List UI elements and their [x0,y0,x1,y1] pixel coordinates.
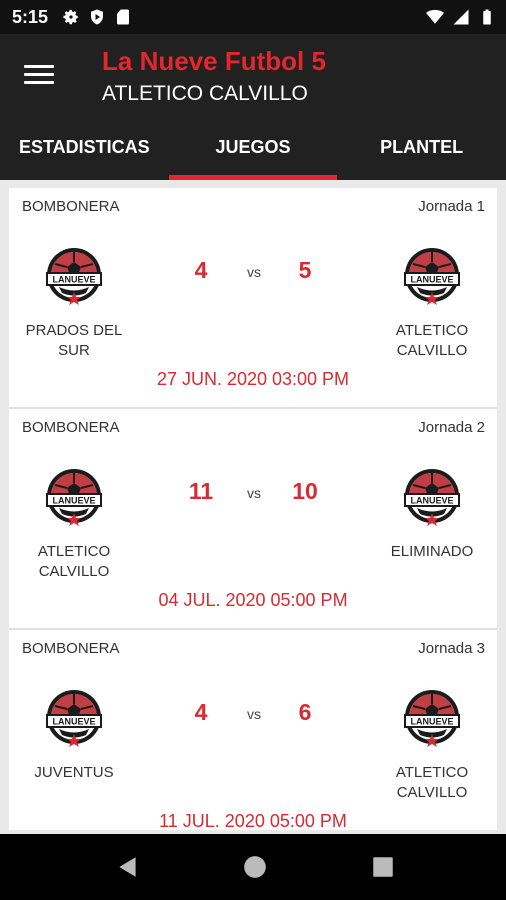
status-left-icons [62,8,132,26]
home-icon[interactable] [242,854,268,880]
svg-text:LANUEVE: LANUEVE [410,275,453,285]
svg-text:LANUEVE: LANUEVE [52,717,95,727]
home-score: 11 [188,478,214,504]
sd-card-icon [117,9,129,25]
tab-bar: ESTADISTICAS JUEGOS PLANTEL [0,128,506,180]
tab-juegos[interactable]: JUEGOS [168,128,338,180]
svg-text:LANUEVE: LANUEVE [52,496,95,506]
home-team-name: ATLETICO CALVILLO [37,543,111,580]
team-logo-icon: LANUEVE [399,244,465,310]
game-datetime: 11 JUL. 2020 05:00 PM [159,811,347,830]
venue-label: BOMBONERA [22,419,120,436]
game-card[interactable]: BOMBONERA Jornada 1 LANUEVE 4 vs 5 LANUE… [9,188,497,409]
navigation-bar [0,834,506,900]
svg-text:LANUEVE: LANUEVE [410,717,453,727]
home-team-name: JUVENTUS [34,764,114,781]
home-score: 4 [194,699,208,725]
svg-text:LANUEVE: LANUEVE [52,275,95,285]
game-card[interactable]: BOMBONERA Jornada 2 LANUEVE 11 vs 10 LAN… [9,409,497,630]
away-team-name: ATLETICO CALVILLO [395,764,469,801]
status-right-icons [426,8,496,26]
team-logo-icon: LANUEVE [399,465,465,531]
status-time: 5:15 [12,7,49,27]
jornada-label: Jornada 2 [418,419,485,436]
app-bar: La Nueve Futbol 5 ATLETICO CALVILLO ESTA… [0,34,506,180]
back-icon[interactable] [115,854,141,880]
recent-apps-icon[interactable] [370,854,396,880]
games-list[interactable]: BOMBONERA Jornada 1 LANUEVE 4 vs 5 LANUE… [9,188,497,830]
away-team-name: ATLETICO CALVILLO [395,322,469,359]
jornada-label: Jornada 3 [418,640,485,657]
team-subtitle: ATLETICO CALVILLO [102,82,308,105]
svg-text:LANUEVE: LANUEVE [410,496,453,506]
game-datetime: 04 JUL. 2020 05:00 PM [158,590,348,610]
away-score: 6 [298,699,312,725]
tab-estadisticas[interactable]: ESTADISTICAS [0,128,169,180]
wifi-icon [426,9,444,24]
away-team-name: ELIMINADO [390,543,474,560]
battery-icon [483,9,491,25]
jornada-label: Jornada 1 [418,198,485,215]
venue-label: BOMBONERA [22,198,120,215]
game-card[interactable]: BOMBONERA Jornada 3 LANUEVE 4 vs 6 LANUE… [9,630,497,830]
away-score: 5 [298,257,312,283]
away-score: 10 [292,478,318,504]
status-bar: 5:15 [0,0,506,34]
app-title: La Nueve Futbol 5 [102,46,326,76]
signal-icon [453,9,469,25]
home-team-name: PRADOS DEL SUR [25,322,123,359]
team-logo-icon: LANUEVE [399,686,465,752]
menu-icon[interactable] [22,62,56,92]
settings-icon [63,9,78,25]
vs-label: vs [247,264,261,280]
team-logo-icon: LANUEVE [41,686,107,752]
venue-label: BOMBONERA [22,640,120,657]
tab-plantel[interactable]: PLANTEL [337,128,506,180]
home-score: 4 [194,257,208,283]
vs-label: vs [247,706,261,722]
game-datetime: 27 JUN. 2020 03:00 PM [156,369,350,389]
vs-label: vs [247,485,261,501]
team-logo-icon: LANUEVE [41,244,107,310]
team-logo-icon: LANUEVE [41,465,107,531]
shield-icon [91,9,103,25]
